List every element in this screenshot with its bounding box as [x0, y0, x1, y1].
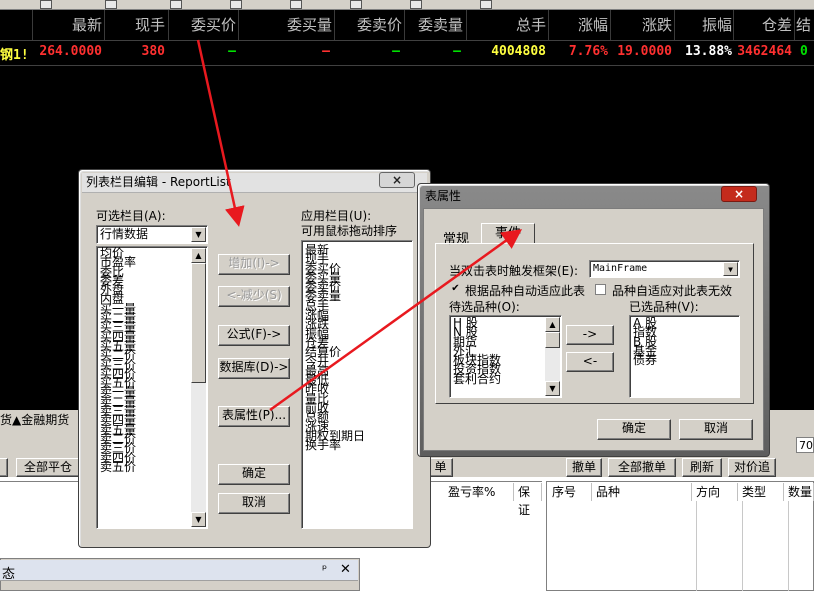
annotation-arrows	[196, 39, 523, 412]
arrow-to-events-tab	[269, 229, 523, 412]
arrow-to-column-editor	[196, 39, 245, 227]
